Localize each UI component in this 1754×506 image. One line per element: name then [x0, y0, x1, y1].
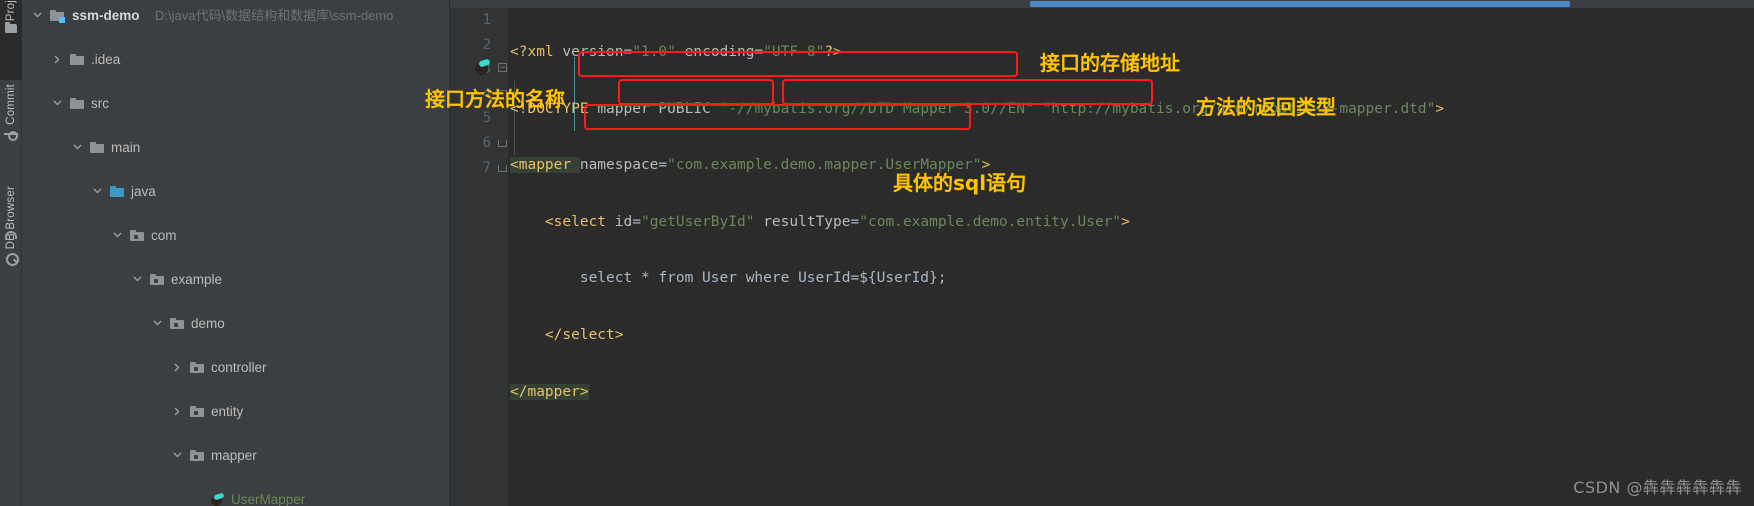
project-folder-icon [5, 22, 17, 34]
folder-blue-icon [110, 181, 126, 203]
tool-button-project[interactable]: Proj [0, 0, 22, 80]
tree-row-java[interactable]: java [22, 181, 449, 203]
tree-root-label: ssm-demo [72, 8, 140, 23]
tree-node-label: example [171, 272, 223, 287]
mybatis-gutter-icon[interactable] [474, 58, 491, 76]
tree-row-src[interactable]: src [22, 93, 449, 115]
code-line-7: </mapper> [510, 383, 589, 400]
ide-window: Proj Commit DB Browser ssm-demo D:\java代… [0, 0, 1754, 506]
chevron-down-icon[interactable] [52, 93, 62, 115]
namespace-annotation: 接口的存储地址 [1040, 51, 1180, 75]
tree-node-label: UserMapper [231, 492, 306, 506]
tree-row-main[interactable]: main [22, 137, 449, 159]
tree-node-label: mapper [211, 448, 257, 463]
method-name-annotation: 接口方法的名称 [425, 87, 565, 111]
project-tree-panel[interactable]: ssm-demo D:\java代码\数据结构和数据库\ssm-demo .id… [22, 0, 450, 506]
code-line-2: <!DOCTYPE mapper PUBLIC "-//mybatis.org/… [510, 100, 1445, 117]
package-icon [150, 269, 166, 291]
tree-node-label: .idea [91, 52, 121, 67]
tree-row-idea[interactable]: .idea [22, 49, 449, 71]
tree-root-path: D:\java代码\数据结构和数据库\ssm-demo [155, 8, 394, 23]
package-icon [170, 313, 186, 335]
code-line-5: select * from User where UserId=${UserId… [510, 270, 947, 287]
code-line-4: <select id="getUserById" resultType="com… [510, 213, 1130, 230]
tree-row-entity[interactable]: entity [22, 401, 449, 423]
folder-icon [70, 49, 86, 71]
chevron-down-icon[interactable] [32, 5, 42, 27]
tree-node-label: java [131, 184, 156, 199]
tree-row-demo[interactable]: demo [22, 313, 449, 335]
tree-node-label: src [91, 96, 109, 111]
module-folder-icon [50, 5, 66, 27]
java-interface-icon [210, 489, 226, 506]
tree-row-controller[interactable]: controller [22, 357, 449, 379]
chevron-down-icon[interactable] [132, 269, 142, 291]
tree-node-label: com [151, 228, 177, 243]
code-line-3: <mapper namespace="com.example.demo.mapp… [510, 157, 991, 174]
fold-end-select[interactable] [496, 131, 510, 156]
chevron-right-icon[interactable] [172, 401, 182, 423]
package-icon [190, 445, 206, 467]
structure-icon [5, 231, 17, 239]
left-tool-strip: Proj Commit DB Browser [0, 0, 22, 506]
tool-button-project-label: Proj [5, 0, 17, 22]
chevron-down-icon[interactable] [172, 445, 182, 467]
package-icon [190, 357, 206, 379]
tree-node-label: main [111, 140, 141, 155]
line-number: 1 [482, 12, 491, 28]
tree-row-mapper[interactable]: mapper [22, 445, 449, 467]
tool-button-commit-label: Commit [5, 84, 17, 125]
tree-node-label: entity [211, 404, 244, 419]
horizontal-scrollbar[interactable] [450, 0, 1754, 8]
chevron-down-icon[interactable] [112, 225, 122, 247]
result-type-annotation: 方法的返回类型 [1196, 95, 1336, 119]
package-icon [190, 401, 206, 423]
line-number: 6 [482, 134, 491, 151]
chevron-down-icon[interactable] [72, 137, 82, 159]
tool-button-structure[interactable] [0, 228, 22, 248]
folder-icon [70, 93, 86, 115]
tree-row-root[interactable]: ssm-demo D:\java代码\数据结构和数据库\ssm-demo [22, 5, 449, 27]
code-line-6: </select> [510, 326, 624, 343]
tree-row-usermapper[interactable]: UserMapper [22, 489, 449, 506]
tree-row-com[interactable]: com [22, 225, 449, 247]
folder-icon [90, 137, 106, 159]
tree-node-label: controller [211, 360, 267, 375]
fold-toggle-mapper[interactable]: − [496, 57, 510, 82]
tree-row-example[interactable]: example [22, 269, 449, 291]
csdn-watermark: CSDN @犇犇犇犇犇犇 [1573, 478, 1742, 497]
package-icon [130, 225, 146, 247]
sql-statement-annotation: 具体的sql语句 [893, 171, 1027, 195]
tool-button-commit[interactable]: Commit [0, 84, 22, 176]
db-browser-icon [5, 252, 19, 267]
chevron-right-icon[interactable] [52, 49, 62, 71]
chevron-right-icon[interactable] [172, 357, 182, 379]
code-content[interactable]: <?xml version="1.0" encoding="UTF-8"?> <… [510, 8, 1754, 506]
tree-node-label: demo [191, 316, 225, 331]
chevron-down-icon[interactable] [92, 181, 102, 203]
scrollbar-thumb[interactable] [1030, 1, 1570, 7]
fold-end-mapper[interactable] [496, 156, 510, 181]
commit-icon [4, 129, 18, 141]
line-number: 7 [482, 159, 491, 176]
line-number: 2 [482, 36, 491, 53]
chevron-down-icon[interactable] [152, 313, 162, 335]
